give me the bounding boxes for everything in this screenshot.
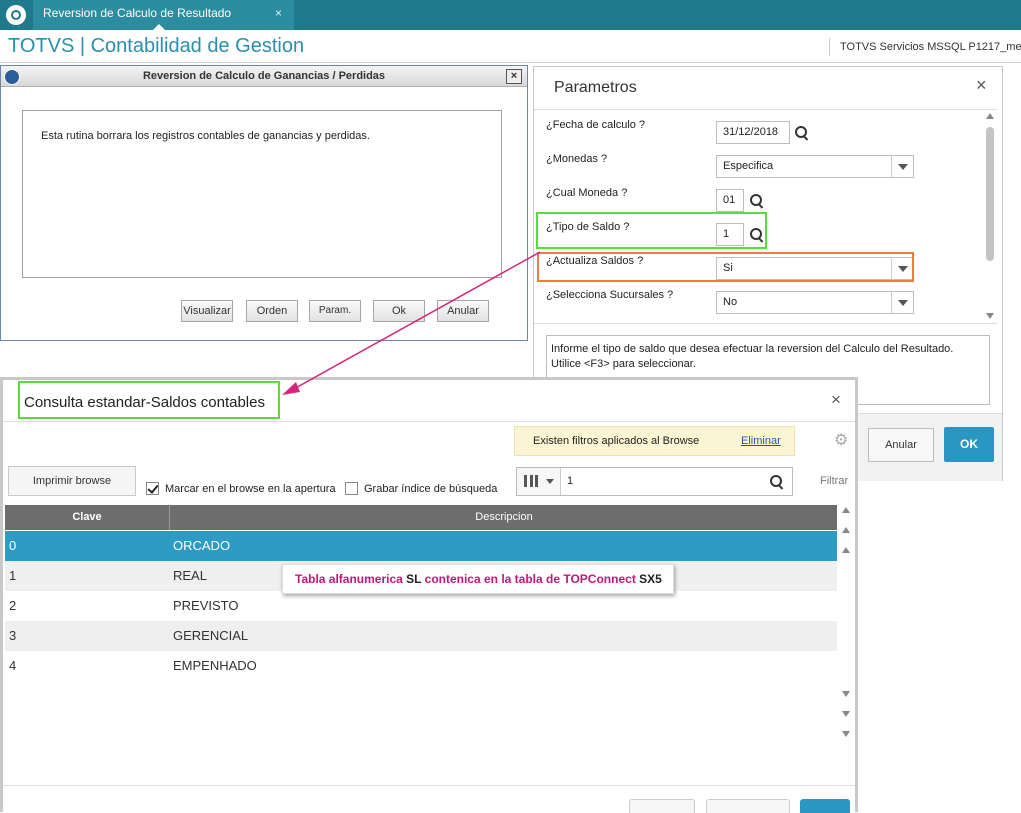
arrow-line <box>291 251 541 391</box>
arrow-head <box>282 382 300 395</box>
annotation-arrow <box>282 251 541 395</box>
